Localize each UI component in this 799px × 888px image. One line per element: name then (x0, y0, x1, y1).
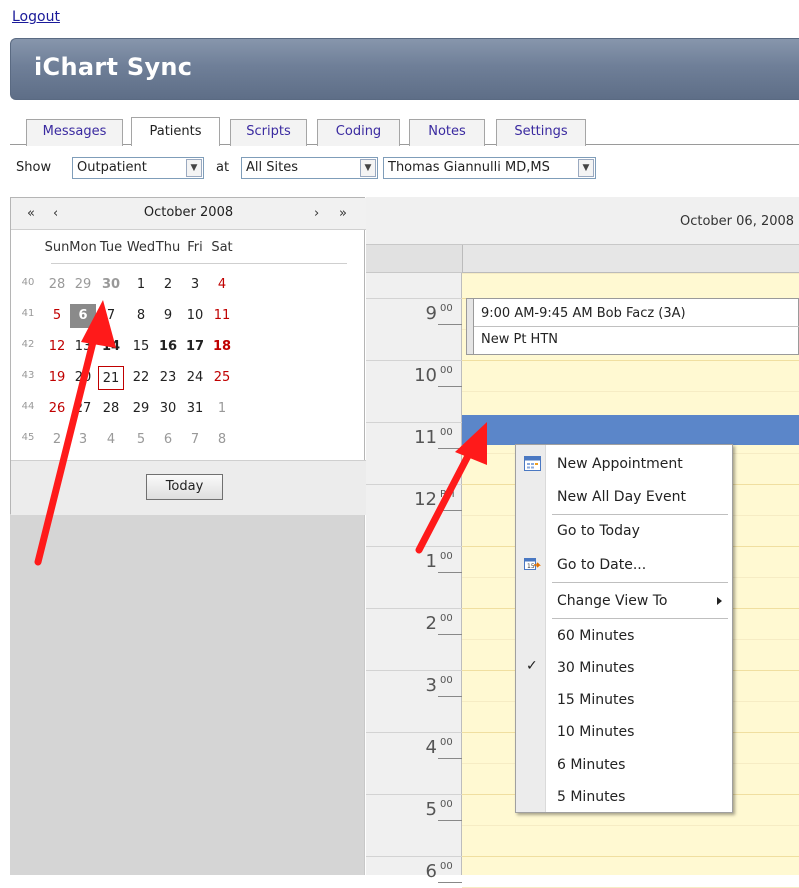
annotation-arrow-timeslot (415, 422, 487, 554)
minutes-underline (438, 882, 462, 883)
annotation-arrows (34, 300, 487, 566)
annotation-arrow-calendar (34, 300, 116, 566)
